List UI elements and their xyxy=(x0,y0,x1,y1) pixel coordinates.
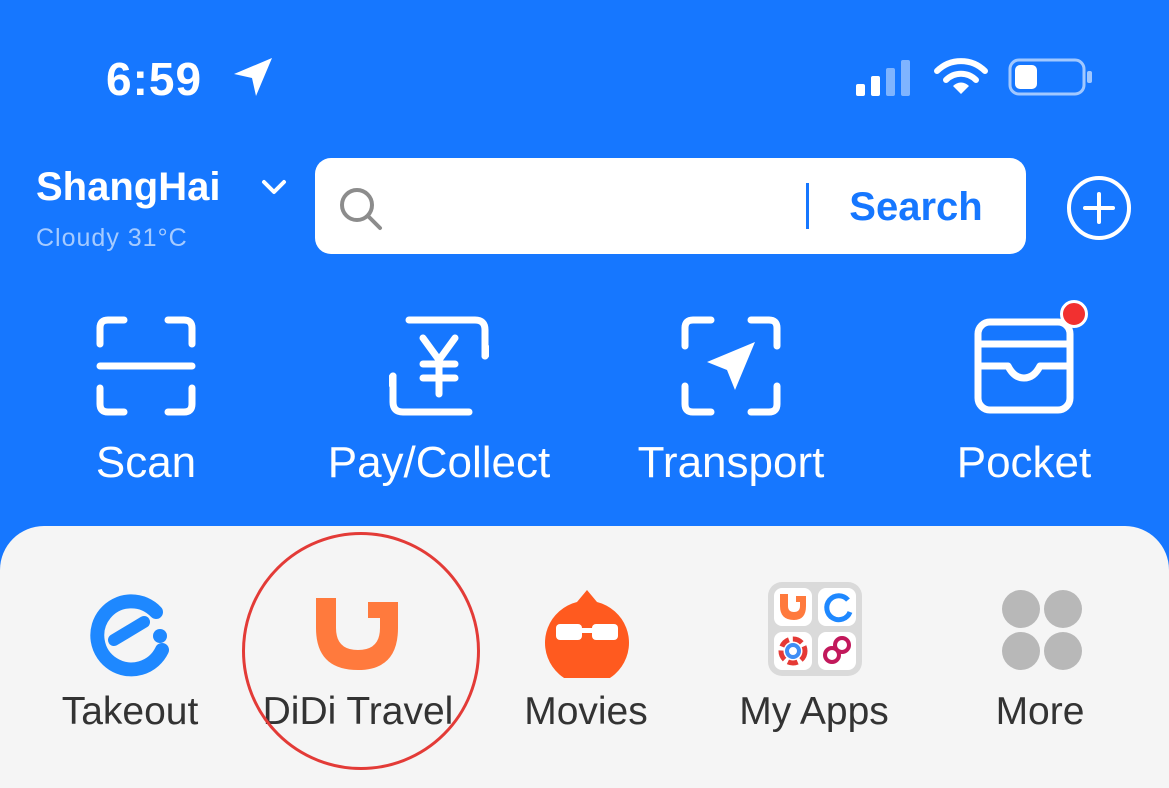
search-icon xyxy=(340,188,382,230)
app-label: Movies xyxy=(524,690,648,733)
city-name[interactable]: ShangHai xyxy=(36,165,220,210)
status-time: 6:59 xyxy=(106,53,203,105)
takeout-e-icon xyxy=(90,594,169,677)
cellular-signal-icon xyxy=(856,60,910,96)
app-label: Takeout xyxy=(61,690,199,733)
yuan-exchange-icon xyxy=(389,316,489,416)
chevron-down-icon[interactable] xyxy=(260,178,288,198)
movies-glasses-icon xyxy=(545,590,629,678)
quick-action-label: Transport xyxy=(637,438,825,487)
quick-action-label: Scan xyxy=(95,438,197,487)
scan-icon xyxy=(96,316,196,416)
highlight-circle xyxy=(242,532,480,770)
notification-badge xyxy=(1060,300,1088,328)
battery-icon xyxy=(1008,58,1092,96)
add-button-icon[interactable] xyxy=(1065,174,1133,242)
wifi-icon xyxy=(934,58,988,94)
transport-arrow-icon xyxy=(681,316,781,416)
wallet-icon xyxy=(974,318,1074,414)
location-arrow-icon xyxy=(234,58,272,96)
more-dots-icon xyxy=(1002,590,1082,670)
my-apps-grid-icon xyxy=(768,582,862,676)
app-label: My Apps xyxy=(739,690,889,733)
search-divider xyxy=(806,183,809,229)
app-label: More xyxy=(995,690,1085,733)
weather-text: Cloudy 31°C xyxy=(36,224,188,252)
quick-action-label: Pocket xyxy=(956,438,1092,487)
quick-action-label: Pay/Collect xyxy=(327,438,551,487)
search-button[interactable]: Search xyxy=(826,183,1006,231)
